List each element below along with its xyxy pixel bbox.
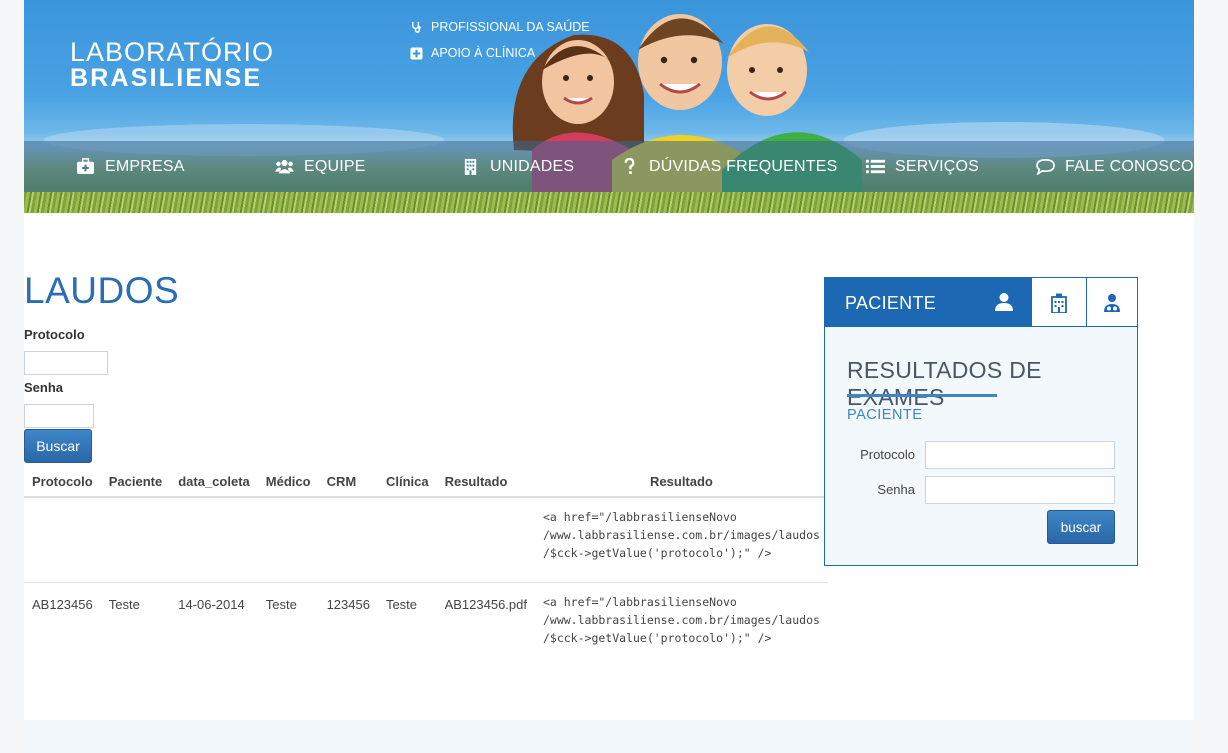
panel-body: RESULTADOS DE EXAMES PACIENTE Protocolo … xyxy=(824,326,1138,566)
col-crm: CRM xyxy=(318,466,378,498)
cell-paciente: Teste xyxy=(108,597,140,612)
tab-paciente[interactable]: PACIENTE xyxy=(824,277,1032,327)
cell-protocolo: AB123456 xyxy=(32,597,93,612)
nav-label: UNIDADES xyxy=(490,157,575,175)
site-header: LABORATÓRIO BRASILIENSE PROFISSIONAL DA … xyxy=(24,0,1194,213)
nav-fale-conosco[interactable]: FALE CONOSCO xyxy=(1036,141,1194,192)
nav-equipe[interactable]: EQUIPE xyxy=(275,141,366,192)
cell-data-coleta xyxy=(170,497,258,583)
cell-crm xyxy=(318,497,378,583)
nav-label: DÚVIDAS FREQUENTES xyxy=(649,157,838,175)
table-row: AB123456 Teste 14-06-2014 Teste 123456 T… xyxy=(24,583,828,678)
col-paciente: Paciente xyxy=(100,466,171,498)
table-row: <a href="/labbrasilienseNovo /www.labbra… xyxy=(24,497,828,583)
stethoscope-icon xyxy=(412,21,421,33)
senha-input[interactable] xyxy=(24,404,94,428)
hospital-icon xyxy=(1051,293,1067,313)
main-nav: EMPRESA EQUIPE UNIDADES DÚVIDAS FREQUENT… xyxy=(24,141,1194,192)
nav-unidades[interactable]: UNIDADES xyxy=(461,141,574,192)
cell-resultado xyxy=(436,497,535,583)
col-resultado-link: Resultado xyxy=(534,466,828,498)
col-medico: Médico xyxy=(257,466,319,498)
search-button[interactable]: Buscar xyxy=(24,429,92,463)
nav-label: SERVIÇOS xyxy=(895,157,979,175)
page: LABORATÓRIO BRASILIENSE PROFISSIONAL DA … xyxy=(24,0,1194,720)
panel-protocolo-label: Protocolo xyxy=(860,447,915,462)
cell-resultado-link: <a href="/labbrasilienseNovo /www.labbra… xyxy=(542,595,820,645)
nav-label: EMPRESA xyxy=(105,157,185,175)
question-icon xyxy=(624,158,635,175)
nav-empresa[interactable]: EMPRESA xyxy=(76,141,185,192)
nav-duvidas[interactable]: DÚVIDAS FREQUENTES xyxy=(620,141,838,192)
tab-paciente-label: PACIENTE xyxy=(845,293,937,313)
footer-strip xyxy=(24,720,1194,753)
panel-subtitle: PACIENTE xyxy=(847,407,923,423)
protocolo-label: Protocolo xyxy=(24,327,85,342)
results-table: Protocolo Paciente data_coleta Médico CR… xyxy=(24,466,828,677)
protocolo-input[interactable] xyxy=(24,351,108,375)
comment-icon xyxy=(1036,159,1055,175)
senha-label: Senha xyxy=(24,380,64,395)
col-data-coleta: data_coleta xyxy=(170,466,258,498)
cell-clinica xyxy=(377,497,437,583)
tab-medico[interactable] xyxy=(1086,277,1138,327)
doctor-icon xyxy=(1104,293,1120,312)
panel-senha-input[interactable] xyxy=(925,476,1115,504)
medkit-icon xyxy=(77,158,94,175)
nav-servicos[interactable]: SERVIÇOS xyxy=(866,141,979,192)
panel-title-underline xyxy=(847,394,997,397)
users-icon xyxy=(275,159,294,174)
col-clinica: Clínica xyxy=(377,466,437,498)
results-panel: PACIENTE RESULTADOS DE EXAMES PACIENTE P… xyxy=(824,277,1138,566)
cell-data-coleta: 14-06-2014 xyxy=(178,597,245,612)
page-title: LAUDOS xyxy=(24,270,180,311)
panel-protocolo-input[interactable] xyxy=(925,441,1115,469)
site-logo[interactable]: LABORATÓRIO BRASILIENSE xyxy=(70,37,275,92)
nav-label: FALE CONOSCO xyxy=(1065,157,1194,175)
cell-medico xyxy=(257,497,319,583)
col-protocolo: Protocolo xyxy=(24,466,101,498)
panel-search-button[interactable]: buscar xyxy=(1047,510,1115,544)
panel-title: RESULTADOS DE EXAMES xyxy=(847,357,1042,410)
panel-senha-label: Senha xyxy=(877,482,915,497)
table-header-row: Protocolo Paciente data_coleta Médico CR… xyxy=(24,466,828,498)
building-icon xyxy=(464,158,477,175)
panel-tabs: PACIENTE xyxy=(824,277,1138,327)
cell-resultado[interactable]: AB123456.pdf xyxy=(437,583,535,678)
cell-protocolo xyxy=(24,497,101,583)
cell-clinica: Teste xyxy=(385,597,418,612)
logo-line2: BRASILIENSE xyxy=(70,64,263,92)
nav-label: EQUIPE xyxy=(304,157,366,175)
tab-clinica[interactable] xyxy=(1031,277,1087,327)
list-icon xyxy=(866,159,885,174)
plus-square-icon xyxy=(410,46,423,60)
col-resultado: Resultado xyxy=(436,466,535,498)
cell-resultado-link: <a href="/labbrasilienseNovo /www.labbra… xyxy=(534,497,828,583)
grass-strip xyxy=(24,192,1194,213)
cell-paciente xyxy=(100,497,171,583)
logo-line1: LABORATÓRIO xyxy=(70,37,275,67)
user-icon xyxy=(995,293,1013,311)
cell-crm: 123456 xyxy=(326,597,370,612)
cell-medico: Teste xyxy=(265,597,297,612)
